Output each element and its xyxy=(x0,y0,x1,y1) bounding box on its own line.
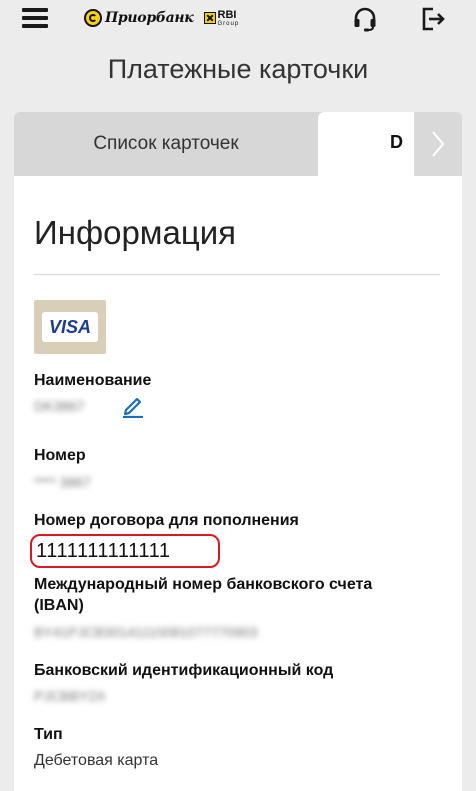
iban-value: BY41PJCB30141110081077770903 xyxy=(34,624,258,640)
contract-label: Номер договора для пополнения xyxy=(34,512,299,529)
type-label: Тип xyxy=(34,726,63,743)
bic-value: PJCBBY2X xyxy=(34,688,106,704)
iban-label-line-2: (IBAN) xyxy=(34,597,84,614)
contract-value: 1111111111111 xyxy=(36,540,171,562)
rbi-logo-text: RBI xyxy=(217,8,237,21)
divider xyxy=(34,274,440,275)
tab-scroll-right-button[interactable] xyxy=(414,112,462,176)
headset-icon[interactable] xyxy=(352,6,378,32)
iban-label-line-1: Международный номер банковского счета xyxy=(34,576,373,593)
name-value: DK3867 xyxy=(34,398,85,414)
visa-logo: VISA xyxy=(42,312,98,342)
tab-bar: Список карточек D xyxy=(14,112,462,176)
info-title: Информация xyxy=(34,214,237,251)
pencil-icon[interactable] xyxy=(122,394,144,418)
tab-card-list[interactable]: Список карточек xyxy=(14,112,318,176)
name-label: Наименование xyxy=(34,372,152,389)
app-header: Приорбанк RBI Group xyxy=(0,0,476,40)
rbi-logo-mark xyxy=(203,12,216,24)
number-label: Номер xyxy=(34,447,86,464)
card-info-panel: Информация VISA Наименование DK3867 Номе… xyxy=(14,176,462,791)
rbi-group-logo: RBI Group xyxy=(203,8,240,27)
chevron-right-icon xyxy=(432,131,445,157)
bic-label: Банковский идентификационный код xyxy=(34,662,334,679)
priorbank-logo-mark xyxy=(84,9,102,27)
menu-icon[interactable] xyxy=(22,6,48,30)
type-value: Дебетовая карта xyxy=(34,752,159,769)
rbi-group-text: Group xyxy=(217,20,240,27)
logout-icon[interactable] xyxy=(420,6,446,32)
tab-card-details-label: D xyxy=(390,132,403,152)
number-value: **** 3867 xyxy=(34,474,91,490)
priorbank-logo: Приорбанк RBI Group xyxy=(84,6,239,30)
page-title: Платежные карточки xyxy=(107,54,369,84)
brand-name: Приорбанк xyxy=(105,10,194,26)
card-brand-badge: VISA xyxy=(34,300,106,354)
